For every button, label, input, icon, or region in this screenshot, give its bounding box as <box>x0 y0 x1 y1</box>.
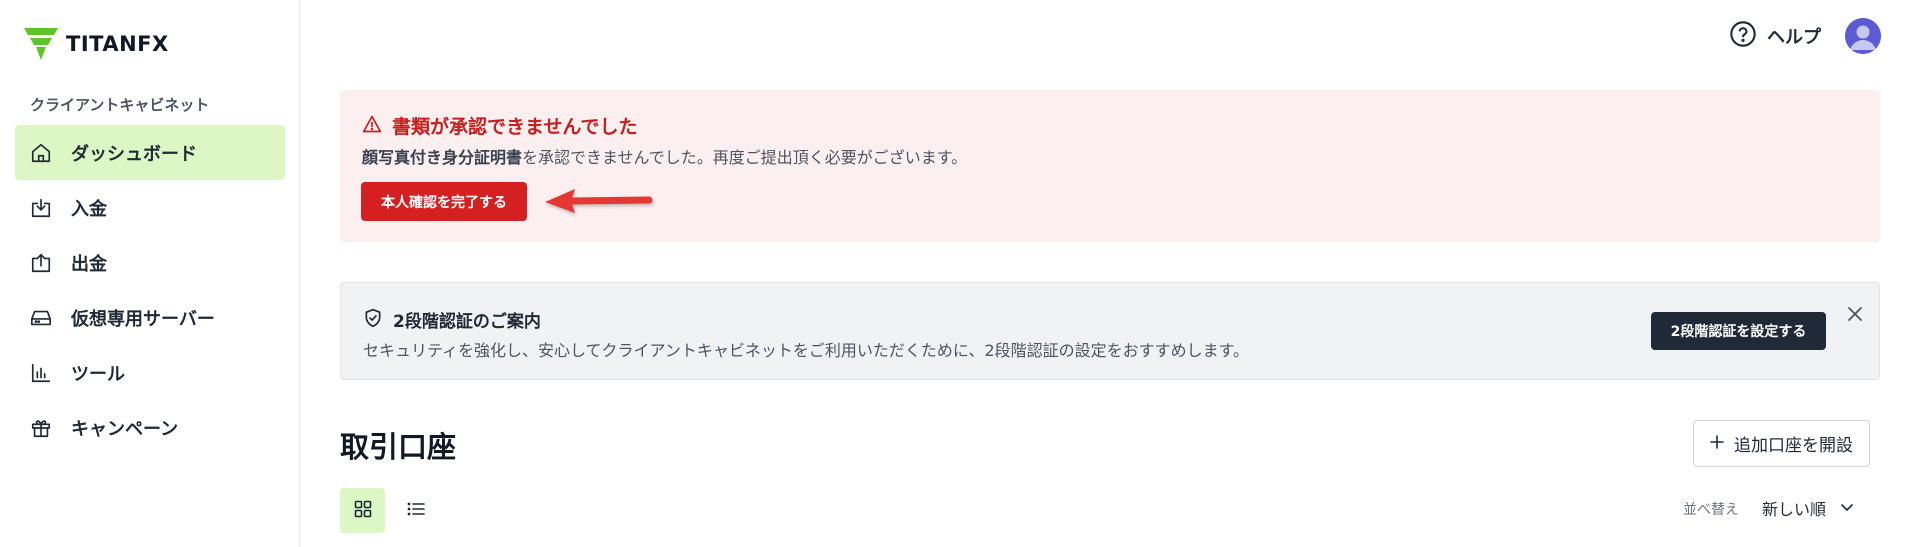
question-circle-icon <box>1729 20 1757 52</box>
user-avatar[interactable] <box>1845 18 1881 54</box>
sidebar-nav: ダッシュボード 入金 出金 仮想専用サーバー ツール キャンペーン <box>15 125 285 455</box>
sort-dropdown[interactable]: 新しい順 <box>1762 496 1854 520</box>
user-avatar-icon <box>1845 18 1881 54</box>
sidebar-item-campaign[interactable]: キャンペーン <box>15 400 285 455</box>
open-account-button[interactable]: 追加口座を開設 <box>1693 420 1870 467</box>
two-factor-alert: 2段階認証のご案内 セキュリティを強化し、安心してクライアントキャビネットをご利… <box>340 282 1880 380</box>
gift-icon <box>29 416 53 440</box>
help-link[interactable]: ヘルプ <box>1729 20 1821 52</box>
chart-icon <box>29 361 53 385</box>
alert-body: 顔写真付き身分証明書を承認できませんでした。再度ご提出頂く必要がございます。 <box>362 144 967 168</box>
grid-icon <box>354 500 372 522</box>
list-icon <box>407 500 425 522</box>
warning-triangle-icon <box>362 114 382 138</box>
pointer-arrow-icon <box>545 189 653 213</box>
sidebar-heading: クライアントキャビネット <box>30 96 210 114</box>
sidebar: TITANFX クライアントキャビネット ダッシュボード 入金 出金 仮想専用サ… <box>0 0 300 547</box>
open-account-label: 追加口座を開設 <box>1734 436 1853 456</box>
sort-label: 並べ替え <box>1683 502 1739 518</box>
alert-title: 2段階認証のご案内 <box>393 312 541 332</box>
alert-title: 書類が承認できませんでした <box>392 116 638 138</box>
document-rejected-alert: 書類が承認できませんでした 顔写真付き身分証明書を承認できませんでした。再度ご提… <box>340 90 1880 242</box>
sidebar-item-label: ダッシュボード <box>71 143 197 165</box>
sidebar-item-dashboard[interactable]: ダッシュボード <box>15 125 285 180</box>
titanfx-logo-icon <box>24 28 58 60</box>
list-view-toggle[interactable] <box>393 488 438 533</box>
help-label: ヘルプ <box>1767 27 1821 48</box>
home-icon <box>29 141 53 165</box>
chevron-down-icon <box>1840 499 1854 518</box>
logo-text: TITANFX <box>66 32 169 56</box>
complete-verification-button[interactable]: 本人確認を完了する <box>361 182 527 221</box>
server-icon <box>29 306 53 330</box>
sidebar-item-withdraw[interactable]: 出金 <box>15 235 285 290</box>
sort-value: 新しい順 <box>1762 500 1827 519</box>
titanfx-logo[interactable]: TITANFX <box>24 28 169 60</box>
sidebar-item-label: 出金 <box>71 253 107 275</box>
shield-check-icon <box>363 308 383 332</box>
alert-body-text: を承認できませんでした。再度ご提出頂く必要がございます。 <box>522 148 968 167</box>
alert-title-row: 書類が承認できませんでした <box>362 112 637 139</box>
alert-body: セキュリティを強化し、安心してクライアントキャビネットをご利用いただくために、2… <box>363 341 1250 360</box>
setup-2fa-button[interactable]: 2段階認証を設定する <box>1651 312 1826 350</box>
deposit-icon <box>29 196 53 220</box>
plus-icon <box>1710 434 1724 454</box>
close-icon[interactable] <box>1844 303 1866 325</box>
sidebar-item-label: 仮想専用サーバー <box>71 308 215 330</box>
alert-body-strong: 顔写真付き身分証明書 <box>362 148 523 167</box>
sidebar-item-label: キャンペーン <box>71 418 179 440</box>
withdraw-icon <box>29 251 53 275</box>
alert-title-row: 2段階認証のご案内 <box>363 307 541 332</box>
page-title: 取引口座 <box>340 430 457 464</box>
sidebar-item-deposit[interactable]: 入金 <box>15 180 285 235</box>
sidebar-item-label: 入金 <box>71 198 107 220</box>
sidebar-item-vps[interactable]: 仮想専用サーバー <box>15 290 285 345</box>
sidebar-item-tools[interactable]: ツール <box>15 345 285 400</box>
sidebar-item-label: ツール <box>71 363 125 385</box>
grid-view-toggle[interactable] <box>340 488 385 533</box>
